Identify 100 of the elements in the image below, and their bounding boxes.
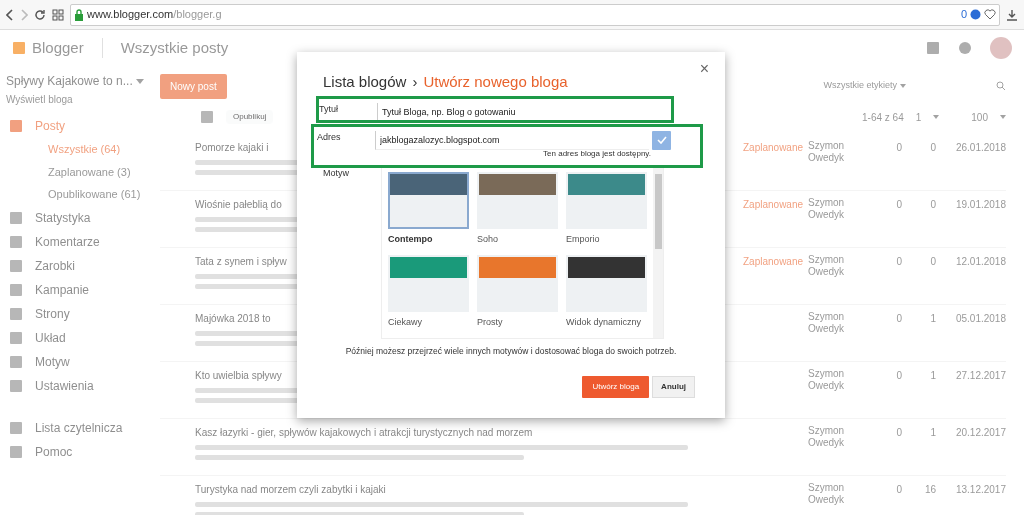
caret-icon[interactable]	[900, 84, 906, 88]
reload-icon[interactable]	[34, 8, 46, 21]
comment-count: 0	[896, 199, 902, 210]
heart-icon[interactable]	[984, 9, 996, 20]
theme-preview[interactable]	[388, 172, 469, 230]
labels-filter[interactable]: Wszystkie etykiety	[823, 79, 897, 93]
nav-icon[interactable]	[9, 354, 23, 369]
new-post-button[interactable]: Nowy post	[160, 73, 227, 99]
page-selector[interactable]: 1	[915, 109, 922, 125]
lock-icon	[74, 8, 84, 21]
theme-name[interactable]: Contempo	[388, 229, 469, 255]
nav-item[interactable]: Ustawienia	[35, 373, 94, 398]
nav-item[interactable]: Lista czytelnicza	[35, 415, 123, 440]
post-author: Szymon Owedyk	[808, 140, 845, 163]
nav-item[interactable]: Statystyka	[35, 205, 91, 230]
post-author: Szymon Owedyk	[808, 425, 845, 448]
per-page-selector[interactable]: 100	[971, 109, 988, 125]
nav-subitem[interactable]: Wszystkie (64)	[6, 138, 154, 161]
post-date: 12.01.2018	[955, 256, 1006, 267]
comment-count: 0	[896, 427, 902, 438]
post-date: 05.01.2018	[955, 313, 1006, 324]
post-author: Szymon Owedyk	[808, 368, 845, 391]
nav-item[interactable]: Motyw	[35, 349, 70, 374]
nav-icon[interactable]	[9, 282, 23, 297]
theme-name[interactable]: Prosty	[477, 311, 558, 338]
nav-icon[interactable]	[9, 378, 23, 393]
theme-name[interactable]: Soho	[477, 229, 558, 255]
grid-icon[interactable]	[52, 8, 64, 21]
address-field[interactable]: jakblogazalozyc.blogspot.com	[375, 130, 649, 150]
badge-count: 0	[960, 7, 967, 23]
publish-button[interactable]: Opublikuj	[226, 110, 274, 124]
breadcrumb-link[interactable]: Lista blogów	[323, 71, 407, 94]
post-author: Szymon Owedyk	[808, 482, 845, 505]
post-date: 27.12.2017	[955, 370, 1006, 381]
nav-icon[interactable]	[9, 234, 23, 249]
nav-item[interactable]: Zarobki	[35, 253, 75, 278]
forward-icon[interactable]	[20, 8, 28, 21]
range-text: 1-64 z 64	[862, 110, 904, 125]
scrollbar[interactable]	[653, 168, 663, 339]
field-label: Motyw	[323, 167, 350, 181]
availability-button[interactable]	[652, 130, 671, 150]
comment-count: 0	[896, 370, 902, 381]
field-label: Tytuł	[319, 102, 339, 116]
theme-name[interactable]: Widok dynamiczny	[566, 311, 647, 338]
nav-icon[interactable]	[9, 119, 23, 133]
theme-preview[interactable]	[566, 254, 647, 312]
back-icon[interactable]	[6, 8, 14, 21]
close-button[interactable]: ×	[693, 56, 715, 82]
check-icon	[656, 136, 667, 144]
theme-name[interactable]: Emporio	[566, 229, 647, 255]
nav-icon[interactable]	[9, 420, 23, 435]
view-count: 0	[930, 199, 936, 210]
post-date: 13.12.2017	[955, 484, 1006, 495]
view-count: 16	[924, 484, 936, 495]
caret-icon[interactable]	[135, 78, 144, 84]
view-count: 1	[930, 427, 936, 438]
comment-count: 0	[896, 313, 902, 324]
caret-icon[interactable]	[933, 115, 940, 119]
view-count: 0	[930, 142, 936, 153]
nav-item[interactable]: Układ	[35, 325, 66, 350]
nav-subitem[interactable]: Opublikowane (61)	[6, 183, 154, 206]
availability-message: Ten adres bloga jest dostępny.	[542, 149, 652, 159]
nav-item[interactable]: Kampanie	[35, 277, 90, 302]
blog-selector[interactable]: Spływy Kajakowe to n...	[6, 72, 133, 90]
nav-item[interactable]: Strony	[35, 301, 70, 326]
post-title[interactable]: Kasz łazyrki - gier, spływów kajakowych i atrakcji turystycznych nad morzem	[195, 425, 743, 440]
cancel-button[interactable]: Anuluj	[652, 376, 695, 399]
post-status: Zaplanowane	[743, 256, 804, 267]
post-date: 19.01.2018	[955, 199, 1006, 210]
post-author: Szymon Owedyk	[808, 197, 845, 220]
address-bar[interactable]: www.blogger.com/blogger.g 0	[70, 3, 1000, 26]
nav-icon[interactable]	[9, 258, 23, 273]
nav-item[interactable]: Posty	[35, 114, 65, 138]
page-title: Wszystkie posty	[120, 37, 229, 58]
blogger-logo-icon[interactable]	[12, 41, 26, 55]
post-status: Zaplanowane	[743, 142, 804, 153]
theme-name[interactable]: Ciekawy	[388, 311, 469, 338]
theme-note: Później możesz przejrzeć wiele innych motywów i dostosować bloga do swoich potrzeb.	[344, 345, 678, 359]
view-count: 1	[930, 313, 936, 324]
nav-icon[interactable]	[9, 330, 23, 345]
nav-item[interactable]: Pomoc	[35, 439, 73, 464]
nav-subitem[interactable]: Zaplanowane (3)	[6, 160, 154, 183]
nav-icon[interactable]	[9, 210, 23, 225]
avatar[interactable]	[990, 37, 1012, 59]
nav-item[interactable]: Komentarze	[35, 229, 100, 254]
nav-icon[interactable]	[9, 306, 23, 321]
comment-count: 0	[896, 142, 902, 153]
breadcrumb-separator: ›	[412, 72, 418, 92]
post-date: 20.12.2017	[955, 427, 1006, 438]
field-label: Adres	[317, 130, 342, 144]
post-title[interactable]: Turystyka nad morzem czyli zabytki i kajaki	[195, 482, 743, 497]
create-blog-button[interactable]: Utwórz bloga	[582, 376, 650, 399]
post-status: Zaplanowane	[743, 199, 804, 210]
download-icon[interactable]	[1006, 8, 1018, 21]
post-author: Szymon Owedyk	[808, 311, 845, 334]
nav-icon[interactable]	[9, 444, 23, 459]
url-text: www.blogger.com/blogger.g	[87, 7, 222, 23]
view-blog-link[interactable]: Wyświetl bloga	[6, 92, 73, 107]
caret-icon[interactable]	[1000, 115, 1006, 119]
search-icon[interactable]	[996, 81, 1006, 91]
